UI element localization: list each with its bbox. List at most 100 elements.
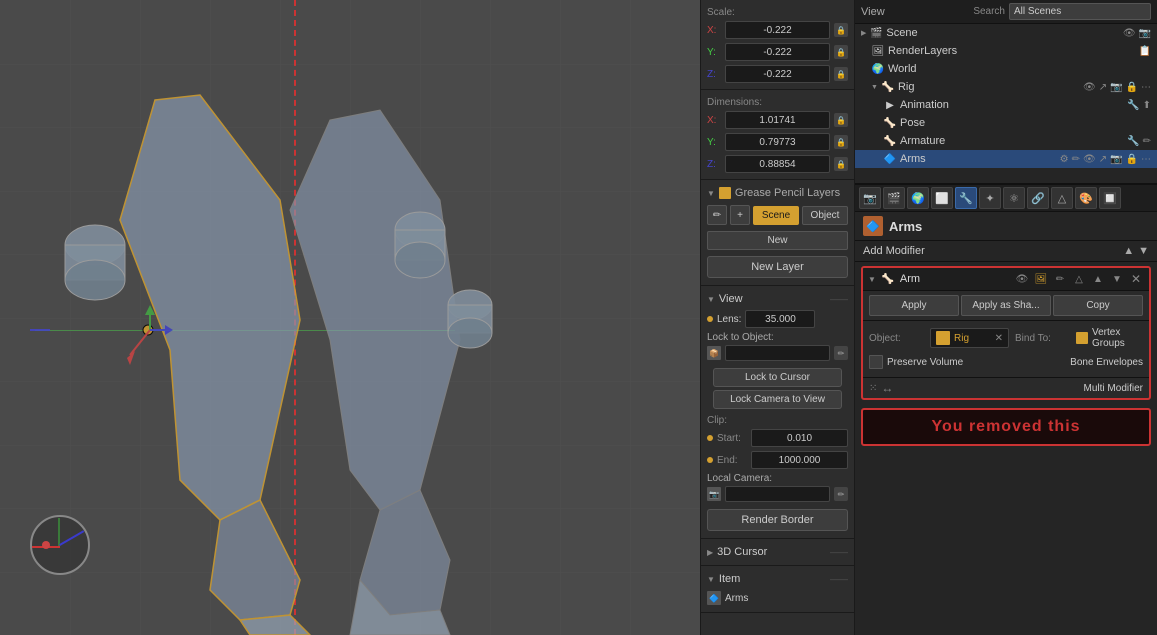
cursor-section: ▶ 3D Cursor —— — [701, 539, 854, 566]
mod-down-icon[interactable]: ▼ — [1109, 271, 1125, 287]
arms-mesh-icon: 🔷 — [883, 152, 897, 166]
tree-rig[interactable]: ▼ 🦴 Rig 👁 ↗ 📷 🔒 ⋯ — [855, 78, 1157, 96]
scale-y-lock[interactable]: 🔒 — [834, 45, 848, 59]
vertex-groups-checkbox[interactable] — [1076, 332, 1088, 344]
dim-y-value[interactable]: 0.79773 — [725, 133, 830, 151]
modifier-props-btn[interactable]: 🔧 — [955, 187, 977, 209]
add-modifier-bar[interactable]: Add Modifier ▲ ▼ — [855, 241, 1157, 262]
add-modifier-up[interactable]: ▲ — [1123, 245, 1134, 257]
arm-icon2[interactable]: ✏ — [1143, 136, 1151, 147]
scene-eye-icon[interactable]: 👁 — [1123, 28, 1136, 39]
arms-icon1[interactable]: ⚙ — [1060, 154, 1069, 165]
item-header[interactable]: ▼ Item —— — [701, 570, 854, 588]
grease-pencil-icon — [719, 187, 731, 199]
new-button[interactable]: New — [707, 231, 848, 250]
object-tab[interactable]: Object — [802, 206, 848, 225]
arm-icon1[interactable]: 🔧 — [1127, 136, 1139, 147]
tree-scene[interactable]: ▶ 🎬 Scene 👁 📷 — [855, 24, 1157, 42]
scale-z-lock[interactable]: 🔒 — [834, 67, 848, 81]
tree-arms[interactable]: 🔷 Arms ⚙ ✏ 👁 ↗ 📷 🔒 ⋯ — [855, 150, 1157, 168]
grease-pencil-header[interactable]: ▼ Grease Pencil Layers — [701, 184, 854, 202]
clip-start-value[interactable]: 0.010 — [751, 429, 848, 447]
rig-dots[interactable]: ⋯ — [1141, 82, 1151, 93]
rig-eye[interactable]: 👁 — [1083, 82, 1096, 93]
local-camera-btn[interactable]: ✏ — [834, 487, 848, 501]
new-layer-button[interactable]: New Layer — [707, 256, 848, 278]
add-modifier-down[interactable]: ▼ — [1138, 245, 1149, 257]
tree-armature[interactable]: 🦴 Armature 🔧 ✏ — [855, 132, 1157, 150]
lock-cursor-button[interactable]: Lock to Cursor — [713, 368, 842, 387]
obj-props-btn[interactable]: ⬜ — [931, 187, 953, 209]
mod-close-btn[interactable]: ✕ — [1128, 271, 1144, 287]
render-props-btn[interactable]: 📷 — [859, 187, 881, 209]
particles-props-btn[interactable]: ✦ — [979, 187, 1001, 209]
rig-sel[interactable]: ↗ — [1099, 82, 1107, 93]
constraints-props-btn[interactable]: 🔗 — [1027, 187, 1049, 209]
dim-y-lock[interactable]: 🔒 — [834, 135, 848, 149]
mod-edit-icon[interactable]: ✏ — [1052, 271, 1068, 287]
objdata-props-btn[interactable]: △ — [1051, 187, 1073, 209]
item-arms-row[interactable]: 🔷 Arms — [701, 588, 854, 608]
arms-icon6[interactable]: 🔒 — [1126, 154, 1138, 165]
copy-button[interactable]: Copy — [1053, 295, 1143, 316]
render-border-button[interactable]: Render Border — [707, 509, 848, 531]
texture-props-btn[interactable]: 🔲 — [1099, 187, 1121, 209]
rig-cam[interactable]: 📷 — [1110, 82, 1122, 93]
view-header[interactable]: ▼ View —— — [701, 290, 854, 308]
add-layer-btn[interactable]: + — [730, 205, 750, 225]
scene-icon: 🎬 — [869, 26, 883, 40]
lock-obj-field[interactable] — [725, 345, 830, 361]
mod-expand-icon[interactable]: ▼ — [868, 275, 876, 284]
preserve-volume-checkbox[interactable] — [869, 355, 883, 369]
dim-z-lock[interactable]: 🔒 — [834, 157, 848, 171]
apply-button[interactable]: Apply — [869, 295, 959, 316]
physics-props-btn[interactable]: ⚛ — [1003, 187, 1025, 209]
rig-lock[interactable]: 🔒 — [1126, 82, 1138, 93]
rl-icon1[interactable]: 📋 — [1139, 46, 1151, 57]
lock-camera-button[interactable]: Lock Camera to View — [713, 390, 842, 409]
mod-realtime-icon[interactable]: 👁 — [1014, 271, 1030, 287]
local-camera-field[interactable] — [725, 486, 830, 502]
arms-icon3[interactable]: 👁 — [1083, 154, 1096, 165]
object-clear-btn[interactable]: ✕ — [995, 333, 1003, 344]
arms-icon2[interactable]: ✏ — [1072, 154, 1080, 165]
material-props-btn[interactable]: 🎨 — [1075, 187, 1097, 209]
apply-shape-button[interactable]: Apply as Sha... — [961, 295, 1051, 316]
dim-x-lock[interactable]: 🔒 — [834, 113, 848, 127]
lens-value[interactable]: 35.000 — [745, 310, 815, 328]
tree-renderlayers[interactable]: 🖼 RenderLayers 📋 — [855, 42, 1157, 60]
arms-icon4[interactable]: ↗ — [1099, 154, 1107, 165]
dim-x-value[interactable]: 1.01741 — [725, 111, 830, 129]
nav-gizmo[interactable] — [30, 515, 90, 575]
pencil-icon-btn[interactable]: ✏ — [707, 205, 727, 225]
dim-z-value[interactable]: 0.88854 — [725, 155, 830, 173]
viewport[interactable] — [0, 0, 700, 635]
lock-obj-btn[interactable]: ✏ — [834, 346, 848, 360]
scene-tab[interactable]: Scene — [753, 206, 799, 225]
outliner-search-input[interactable] — [1009, 3, 1151, 20]
anim-icon1[interactable]: 🔧 — [1127, 100, 1139, 111]
tree-animation[interactable]: ▶ Animation 🔧 ⬆ — [855, 96, 1157, 114]
object-field-value[interactable]: Rig ✕ — [930, 328, 1009, 348]
mod-cage-icon[interactable]: △ — [1071, 271, 1087, 287]
arms-icon5[interactable]: 📷 — [1110, 154, 1122, 165]
scale-y-value[interactable]: -0.222 — [725, 43, 830, 61]
rig-icon: 🦴 — [881, 80, 895, 94]
item-arms-label: Arms — [725, 593, 748, 604]
scale-z-value[interactable]: -0.222 — [725, 65, 830, 83]
cursor-header[interactable]: ▶ 3D Cursor —— — [701, 543, 854, 561]
tree-pose[interactable]: 🦴 Pose — [855, 114, 1157, 132]
mod-up-icon[interactable]: ▲ — [1090, 271, 1106, 287]
world-props-btn[interactable]: 🌍 — [907, 187, 929, 209]
anim-icon2[interactable]: ⬆ — [1143, 100, 1151, 111]
y-label: Y: — [707, 47, 721, 58]
scene-props-btn[interactable]: 🎬 — [883, 187, 905, 209]
mod-arrows-icon[interactable]: ↔ — [881, 381, 893, 395]
scene-cam-icon[interactable]: 📷 — [1139, 28, 1151, 39]
mod-render-icon[interactable]: 🖼 — [1033, 271, 1049, 287]
arms-icon7[interactable]: ⋯ — [1141, 154, 1151, 165]
tree-world[interactable]: 🌍 World — [855, 60, 1157, 78]
scale-x-lock[interactable]: 🔒 — [834, 23, 848, 37]
clip-end-value[interactable]: 1000.000 — [751, 451, 848, 469]
scale-x-value[interactable]: -0.222 — [725, 21, 830, 39]
